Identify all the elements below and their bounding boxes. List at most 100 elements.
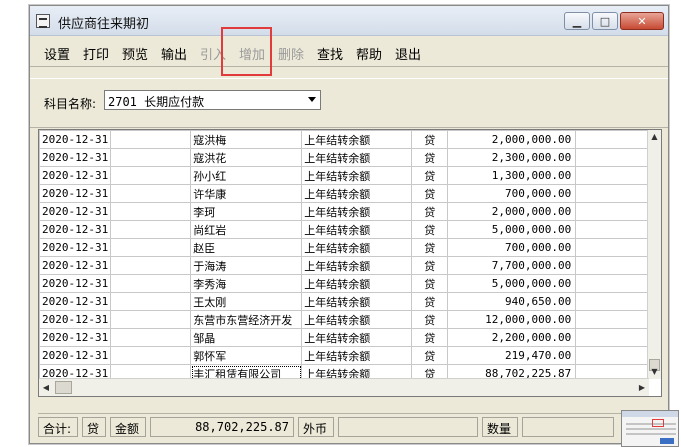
grid-amount-cell[interactable]: 2,000,000.00 bbox=[447, 130, 577, 149]
print-button[interactable]: 打印 bbox=[83, 44, 109, 63]
grid-desc-cell[interactable]: 上年结转余额 bbox=[301, 130, 413, 149]
grid-desc-cell[interactable]: 上年结转余额 bbox=[301, 256, 413, 275]
grid-code-cell[interactable] bbox=[110, 346, 192, 365]
grid-code-cell[interactable] bbox=[110, 202, 192, 221]
grid-date-cell[interactable]: 2020-12-31 bbox=[39, 166, 112, 185]
grid-date-cell[interactable]: 2020-12-31 bbox=[39, 274, 112, 293]
opening-balance-grid[interactable]: 2020-12-31 寇洪梅 上年结转余额贷 2,000,000.00 2020-12-… bbox=[38, 129, 662, 397]
table-row[interactable]: 2020-12-31 邹晶 上年结转余额贷 2,200,000.00 bbox=[39, 328, 649, 347]
grid-name-cell[interactable]: 李珂 bbox=[190, 202, 303, 221]
grid-direction-cell[interactable]: 贷 bbox=[411, 148, 449, 167]
grid-amount-cell[interactable]: 5,000,000.00 bbox=[447, 220, 577, 239]
grid-date-cell[interactable]: 2020-12-31 bbox=[39, 184, 112, 203]
grid-name-cell[interactable]: 孙小红 bbox=[190, 166, 303, 185]
grid-desc-cell[interactable]: 上年结转余额 bbox=[301, 148, 413, 167]
grid-date-cell[interactable]: 2020-12-31 bbox=[39, 292, 112, 311]
table-row[interactable]: 2020-12-31 赵臣 上年结转余额贷 700,000.00 bbox=[39, 238, 649, 257]
grid-code-cell[interactable] bbox=[110, 220, 192, 239]
grid-date-cell[interactable]: 2020-12-31 bbox=[39, 238, 112, 257]
grid-direction-cell[interactable]: 贷 bbox=[411, 220, 449, 239]
grid-amount-cell[interactable]: 7,700,000.00 bbox=[447, 256, 577, 275]
grid-desc-cell[interactable]: 上年结转余额 bbox=[301, 220, 413, 239]
grid-date-cell[interactable]: 2020-12-31 bbox=[39, 328, 112, 347]
title-bar[interactable]: 供应商往来期初 ▁ □ ✕ bbox=[30, 6, 668, 36]
grid-extra-cell[interactable] bbox=[575, 328, 649, 347]
grid-code-cell[interactable] bbox=[110, 238, 192, 257]
grid-amount-cell[interactable]: 219,470.00 bbox=[447, 346, 577, 365]
grid-desc-cell[interactable]: 上年结转余额 bbox=[301, 292, 413, 311]
grid-direction-cell[interactable]: 贷 bbox=[411, 292, 449, 311]
grid-extra-cell[interactable] bbox=[575, 166, 649, 185]
grid-extra-cell[interactable] bbox=[575, 238, 649, 257]
vertical-scrollbar[interactable]: ▲ ▼ bbox=[647, 130, 661, 379]
table-row[interactable]: 2020-12-31 孙小红 上年结转余额贷 1,300,000.00 bbox=[39, 166, 649, 185]
maximize-button[interactable]: □ bbox=[592, 12, 618, 30]
grid-desc-cell[interactable]: 上年结转余额 bbox=[301, 328, 413, 347]
export-button[interactable]: 输出 bbox=[161, 44, 187, 63]
grid-extra-cell[interactable] bbox=[575, 148, 649, 167]
grid-name-cell[interactable]: 寇洪梅 bbox=[190, 130, 303, 149]
grid-name-cell[interactable]: 赵臣 bbox=[190, 238, 303, 257]
grid-amount-cell[interactable]: 2,000,000.00 bbox=[447, 202, 577, 221]
grid-code-cell[interactable] bbox=[110, 310, 192, 329]
table-row[interactable]: 2020-12-31 王太刚 上年结转余额贷 940,650.00 bbox=[39, 292, 649, 311]
grid-extra-cell[interactable] bbox=[575, 274, 649, 293]
grid-amount-cell[interactable]: 700,000.00 bbox=[447, 184, 577, 203]
grid-direction-cell[interactable]: 贷 bbox=[411, 328, 449, 347]
grid-date-cell[interactable]: 2020-12-31 bbox=[39, 346, 112, 365]
grid-date-cell[interactable]: 2020-12-31 bbox=[39, 202, 112, 221]
find-button[interactable]: 查找 bbox=[317, 44, 343, 63]
grid-date-cell[interactable]: 2020-12-31 bbox=[39, 148, 112, 167]
grid-extra-cell[interactable] bbox=[575, 130, 649, 149]
close-button[interactable]: ✕ bbox=[620, 12, 664, 30]
table-row[interactable]: 2020-12-31 李珂 上年结转余额贷 2,000,000.00 bbox=[39, 202, 649, 221]
grid-extra-cell[interactable] bbox=[575, 256, 649, 275]
grid-direction-cell[interactable]: 贷 bbox=[411, 310, 449, 329]
grid-extra-cell[interactable] bbox=[575, 346, 649, 365]
grid-name-cell[interactable]: 于海涛 bbox=[190, 256, 303, 275]
grid-direction-cell[interactable]: 贷 bbox=[411, 184, 449, 203]
delete-button[interactable]: 删除 bbox=[278, 44, 304, 63]
grid-name-cell[interactable]: 寇洪花 bbox=[190, 148, 303, 167]
grid-name-cell[interactable]: 许华康 bbox=[190, 184, 303, 203]
grid-code-cell[interactable] bbox=[110, 274, 192, 293]
grid-code-cell[interactable] bbox=[110, 148, 192, 167]
grid-direction-cell[interactable]: 贷 bbox=[411, 256, 449, 275]
grid-desc-cell[interactable]: 上年结转余额 bbox=[301, 346, 413, 365]
grid-desc-cell[interactable]: 上年结转余额 bbox=[301, 184, 413, 203]
grid-name-cell[interactable]: 东营市东营经济开发 bbox=[190, 310, 303, 329]
grid-name-cell[interactable]: 尚红岩 bbox=[190, 220, 303, 239]
grid-direction-cell[interactable]: 贷 bbox=[411, 238, 449, 257]
scroll-down-icon[interactable]: ▼ bbox=[648, 365, 661, 379]
grid-direction-cell[interactable]: 贷 bbox=[411, 130, 449, 149]
setup-button[interactable]: 设置 bbox=[44, 44, 70, 63]
grid-amount-cell[interactable]: 940,650.00 bbox=[447, 292, 577, 311]
subject-select[interactable]: 2701 长期应付款 bbox=[104, 90, 321, 110]
grid-desc-cell[interactable]: 上年结转余额 bbox=[301, 166, 413, 185]
grid-extra-cell[interactable] bbox=[575, 310, 649, 329]
grid-desc-cell[interactable]: 上年结转余额 bbox=[301, 202, 413, 221]
table-row[interactable]: 2020-12-31 寇洪梅 上年结转余额贷 2,000,000.00 bbox=[39, 130, 649, 149]
grid-amount-cell[interactable]: 700,000.00 bbox=[447, 238, 577, 257]
horizontal-scrollbar[interactable]: ◀ ▶ bbox=[39, 378, 649, 396]
grid-name-cell[interactable]: 郭怀军 bbox=[190, 346, 303, 365]
grid-name-cell[interactable]: 邹晶 bbox=[190, 328, 303, 347]
scroll-up-icon[interactable]: ▲ bbox=[648, 130, 661, 144]
grid-direction-cell[interactable]: 贷 bbox=[411, 166, 449, 185]
grid-extra-cell[interactable] bbox=[575, 184, 649, 203]
help-button[interactable]: 帮助 bbox=[356, 44, 382, 63]
grid-code-cell[interactable] bbox=[110, 166, 192, 185]
grid-extra-cell[interactable] bbox=[575, 292, 649, 311]
table-row[interactable]: 2020-12-31 尚红岩 上年结转余额贷 5,000,000.00 bbox=[39, 220, 649, 239]
grid-code-cell[interactable] bbox=[110, 130, 192, 149]
grid-amount-cell[interactable]: 12,000,000.00 bbox=[447, 310, 577, 329]
scroll-left-icon[interactable]: ◀ bbox=[39, 379, 53, 396]
grid-date-cell[interactable]: 2020-12-31 bbox=[39, 130, 112, 149]
exit-button[interactable]: 退出 bbox=[395, 44, 421, 63]
grid-desc-cell[interactable]: 上年结转余额 bbox=[301, 274, 413, 293]
grid-date-cell[interactable]: 2020-12-31 bbox=[39, 220, 112, 239]
grid-code-cell[interactable] bbox=[110, 184, 192, 203]
scroll-right-icon[interactable]: ▶ bbox=[635, 379, 649, 396]
chevron-down-icon[interactable] bbox=[308, 97, 316, 102]
minimize-button[interactable]: ▁ bbox=[564, 12, 590, 30]
